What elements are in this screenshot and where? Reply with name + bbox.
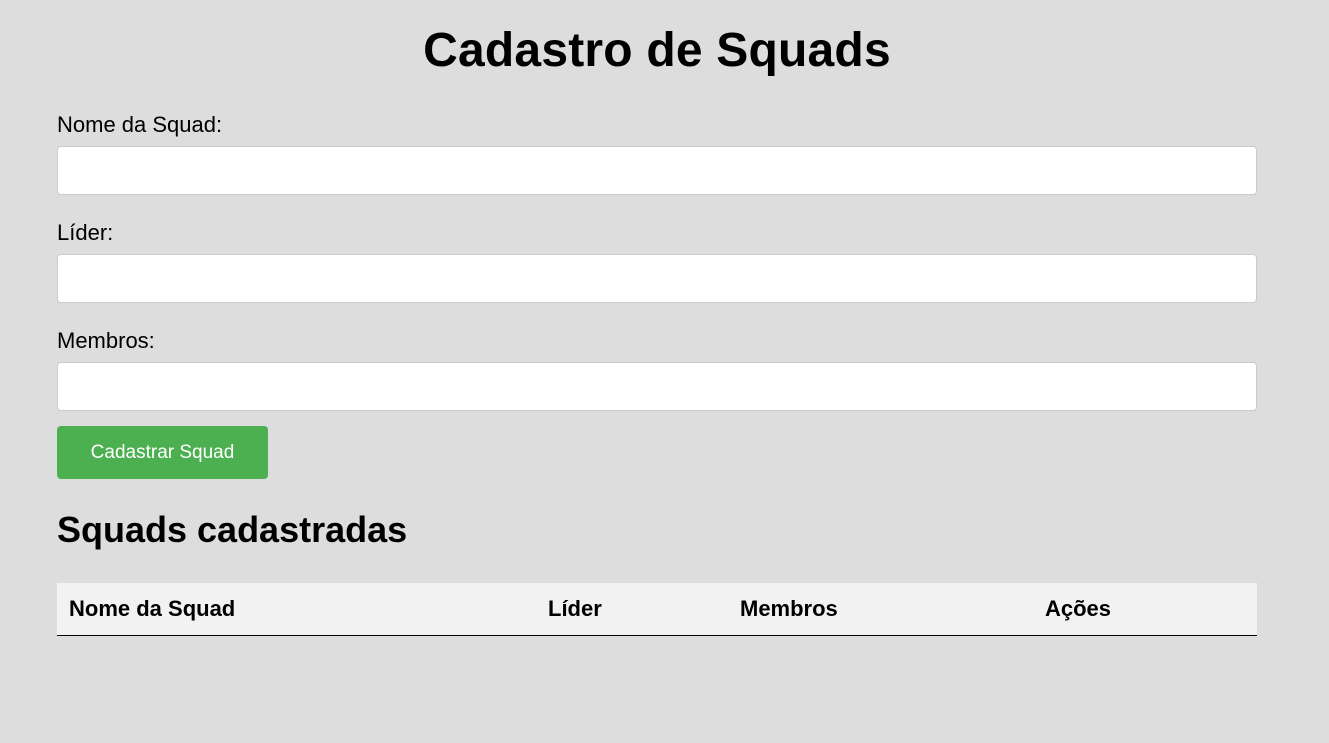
squad-form: Nome da Squad: Líder: Membros: Cadastrar… — [57, 112, 1257, 479]
column-header-leader: Líder — [536, 583, 728, 636]
submit-squad-button[interactable]: Cadastrar Squad — [57, 426, 268, 479]
squads-table: Nome da Squad Líder Membros Ações — [57, 583, 1257, 636]
members-input[interactable] — [57, 362, 1257, 411]
main-container: Cadastro de Squads Nome da Squad: Líder:… — [57, 0, 1257, 636]
squad-name-label: Nome da Squad: — [57, 112, 223, 137]
members-label: Membros: — [57, 328, 155, 353]
column-header-actions: Ações — [1033, 583, 1257, 636]
page-title: Cadastro de Squads — [423, 24, 891, 77]
squads-list-heading: Squads cadastradas — [57, 509, 408, 550]
table-header-row: Nome da Squad Líder Membros Ações — [57, 583, 1257, 636]
table-header: Nome da Squad Líder Membros Ações — [57, 583, 1257, 636]
squad-name-input[interactable] — [57, 146, 1257, 195]
column-header-squad-name: Nome da Squad — [57, 583, 536, 636]
column-header-members: Membros — [728, 583, 1033, 636]
leader-input[interactable] — [57, 254, 1257, 303]
leader-label: Líder: — [57, 220, 114, 245]
